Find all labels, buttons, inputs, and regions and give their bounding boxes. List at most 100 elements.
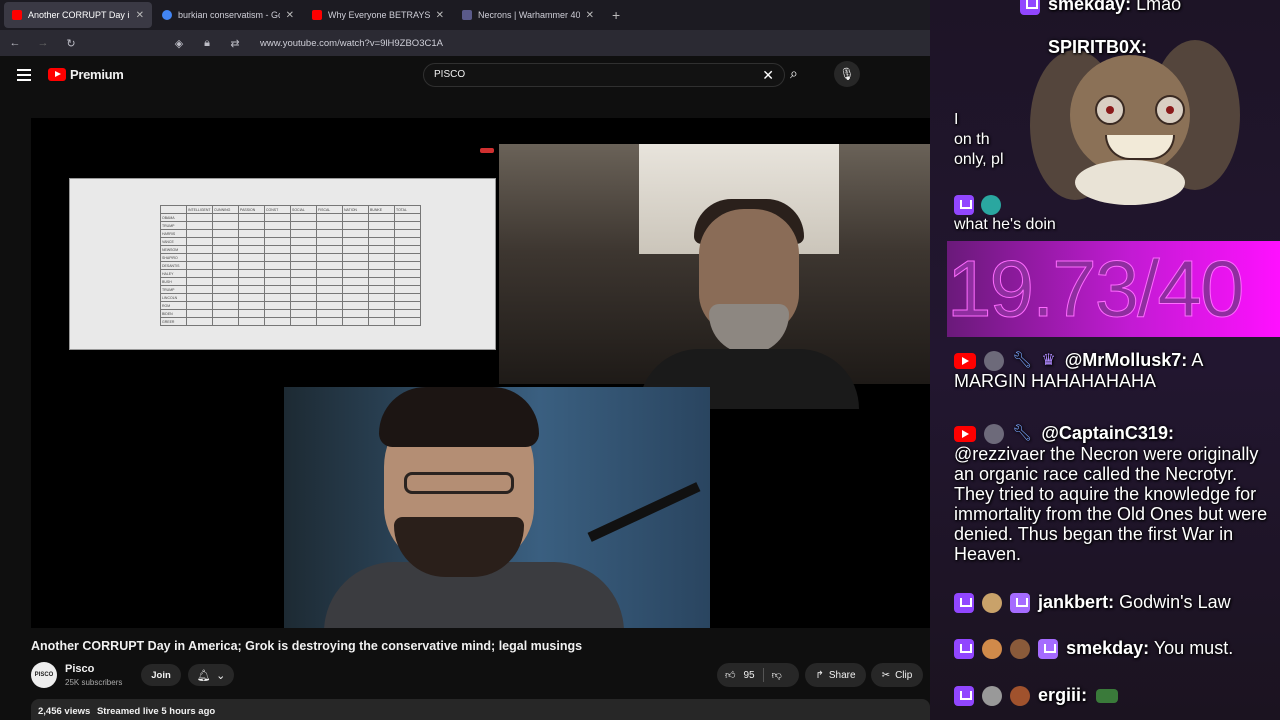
table-cell	[290, 309, 317, 318]
new-tab-button[interactable]: +	[612, 7, 620, 23]
table-cell	[238, 317, 265, 326]
close-tab-icon[interactable]: ✕	[436, 10, 444, 21]
close-tab-icon[interactable]: ✕	[586, 10, 594, 21]
table-cell	[264, 293, 291, 302]
table-cell	[264, 253, 291, 262]
table-row: DESANTIS	[160, 261, 421, 270]
column-header: NATION	[342, 205, 369, 214]
chat-message: jankbert: Godwin's Law	[954, 592, 1231, 614]
row-label: HALEY	[160, 269, 187, 278]
shield-icon[interactable]: ◈	[172, 37, 186, 50]
moth-mascot	[1030, 30, 1240, 220]
ranking-table: INTELLIGENT CUNNING PASSION CONST SOCIAL FISC…	[160, 205, 421, 326]
close-tab-icon[interactable]: ✕	[136, 10, 144, 21]
crown-icon: ♛	[1041, 352, 1056, 370]
stream-date: Streamed live 5 hours ago	[96, 706, 216, 717]
table-cell	[316, 221, 343, 230]
share-button[interactable]: ↱ Share	[805, 663, 866, 687]
voice-search-icon[interactable]: 🎙︎	[834, 61, 860, 87]
tab-necrons-wiki[interactable]: Necrons | Warhammer 40k Wiki ✕	[454, 2, 602, 28]
spiritbox-username: SPIRITB0X:	[1048, 37, 1148, 57]
moderator-wrench-icon: 🔧︎	[1012, 352, 1033, 370]
dislike-icon[interactable]: 👎︎	[772, 669, 782, 681]
table-cell	[264, 245, 291, 254]
table-cell	[368, 229, 395, 238]
notification-bell-button[interactable]: 🔔︎ ⌄	[188, 664, 234, 686]
table-cell	[368, 301, 395, 310]
tab-google[interactable]: burkian conservatism - Google ✕	[154, 2, 302, 28]
chat-username: @MrMollusk7	[1064, 350, 1182, 370]
youtube-icon	[954, 426, 976, 443]
chat-message: 🔧︎ @CaptainC319: @rezzivaer the Necron w…	[954, 423, 1268, 565]
search-input[interactable]: PISCO ✕	[423, 63, 785, 87]
table-cell	[316, 253, 343, 262]
table-cell	[238, 245, 265, 254]
table-cell	[238, 237, 265, 246]
table-cell	[394, 301, 421, 310]
forward-arrow-icon[interactable]: →	[36, 37, 50, 49]
table-cell	[186, 293, 213, 302]
clip-button[interactable]: ✂ Clip	[871, 663, 923, 687]
column-header: CONST	[264, 205, 291, 214]
description-box[interactable]: 2,456 views Streamed live 5 hours ago	[31, 699, 930, 720]
channel-name[interactable]: Pisco	[65, 663, 94, 675]
chat-message: what he's doin	[954, 195, 1056, 235]
table-cell	[186, 261, 213, 270]
row-label: TRUMP	[160, 285, 187, 294]
microphone-arm	[587, 482, 701, 542]
table-cell	[368, 317, 395, 326]
moderator-wrench-icon: 🔧︎	[1012, 425, 1033, 443]
chat-username: smekday	[1048, 0, 1126, 14]
search-icon[interactable]: ⌕	[790, 65, 798, 82]
tab-youtube-destiny[interactable]: Why Everyone BETRAYS Destiny ✕	[304, 2, 452, 28]
live-indicator	[480, 148, 494, 153]
chat-message: 🔧︎ ♛ @MrMollusk7: A MARGIN HAHAHAHAHA	[954, 350, 1203, 392]
youtube-premium-logo[interactable]: Premium	[48, 67, 124, 82]
video-player[interactable]: INTELLIGENT CUNNING PASSION CONST SOCIAL FISC…	[31, 118, 930, 628]
partial-line: only, pl	[954, 151, 1004, 168]
table-cell	[394, 269, 421, 278]
user-avatar-icon	[981, 195, 1002, 215]
table-cell	[316, 213, 343, 222]
table-cell	[238, 301, 265, 310]
twitch-icon	[954, 195, 974, 215]
chat-username: @CaptainC319	[1041, 423, 1168, 443]
guest-beard	[709, 304, 789, 354]
spiritbox-label: SPIRITB0X:	[1048, 37, 1147, 57]
menu-icon[interactable]	[17, 69, 31, 81]
permissions-icon[interactable]: ⇄	[228, 37, 242, 50]
table-row: NEWSOM	[160, 245, 421, 254]
clear-search-icon[interactable]: ✕	[762, 67, 774, 84]
close-tab-icon[interactable]: ✕	[286, 10, 294, 21]
table-cell	[368, 221, 395, 230]
table-row: BIDEN	[160, 309, 421, 318]
like-count[interactable]: 95	[743, 670, 754, 681]
tab-youtube-current[interactable]: Another CORRUPT Day in A ✕	[4, 2, 152, 28]
join-button[interactable]: Join	[141, 664, 181, 686]
table-cell	[264, 229, 291, 238]
channel-avatar[interactable]: PISCO	[31, 662, 57, 688]
table-cell	[212, 301, 239, 310]
table-cell	[316, 301, 343, 310]
moth-eye-right	[1155, 95, 1185, 125]
reload-icon[interactable]: ↻	[64, 37, 78, 50]
table-cell	[264, 277, 291, 286]
table-cell	[290, 237, 317, 246]
share-label: Share	[828, 669, 856, 681]
fandom-favicon-icon	[462, 10, 472, 20]
row-label: NEWSOM	[160, 245, 187, 254]
table-cell	[264, 269, 291, 278]
row-label: ROM	[160, 301, 187, 310]
back-arrow-icon[interactable]: ←	[8, 37, 22, 49]
table-cell	[238, 213, 265, 222]
table-row: LINCOLN	[160, 293, 421, 302]
table-cell	[186, 237, 213, 246]
table-row: TRUMP	[160, 221, 421, 230]
chat-text: what he's doin	[954, 216, 1056, 234]
address-bar[interactable]: www.youtube.com/watch?v=9lH9ZBO3C1A	[260, 38, 443, 49]
table-cell	[342, 277, 369, 286]
tab-title: burkian conservatism - Google	[178, 10, 280, 20]
table-cell	[212, 285, 239, 294]
table-cell	[212, 237, 239, 246]
like-icon[interactable]: 👍︎	[725, 669, 735, 681]
